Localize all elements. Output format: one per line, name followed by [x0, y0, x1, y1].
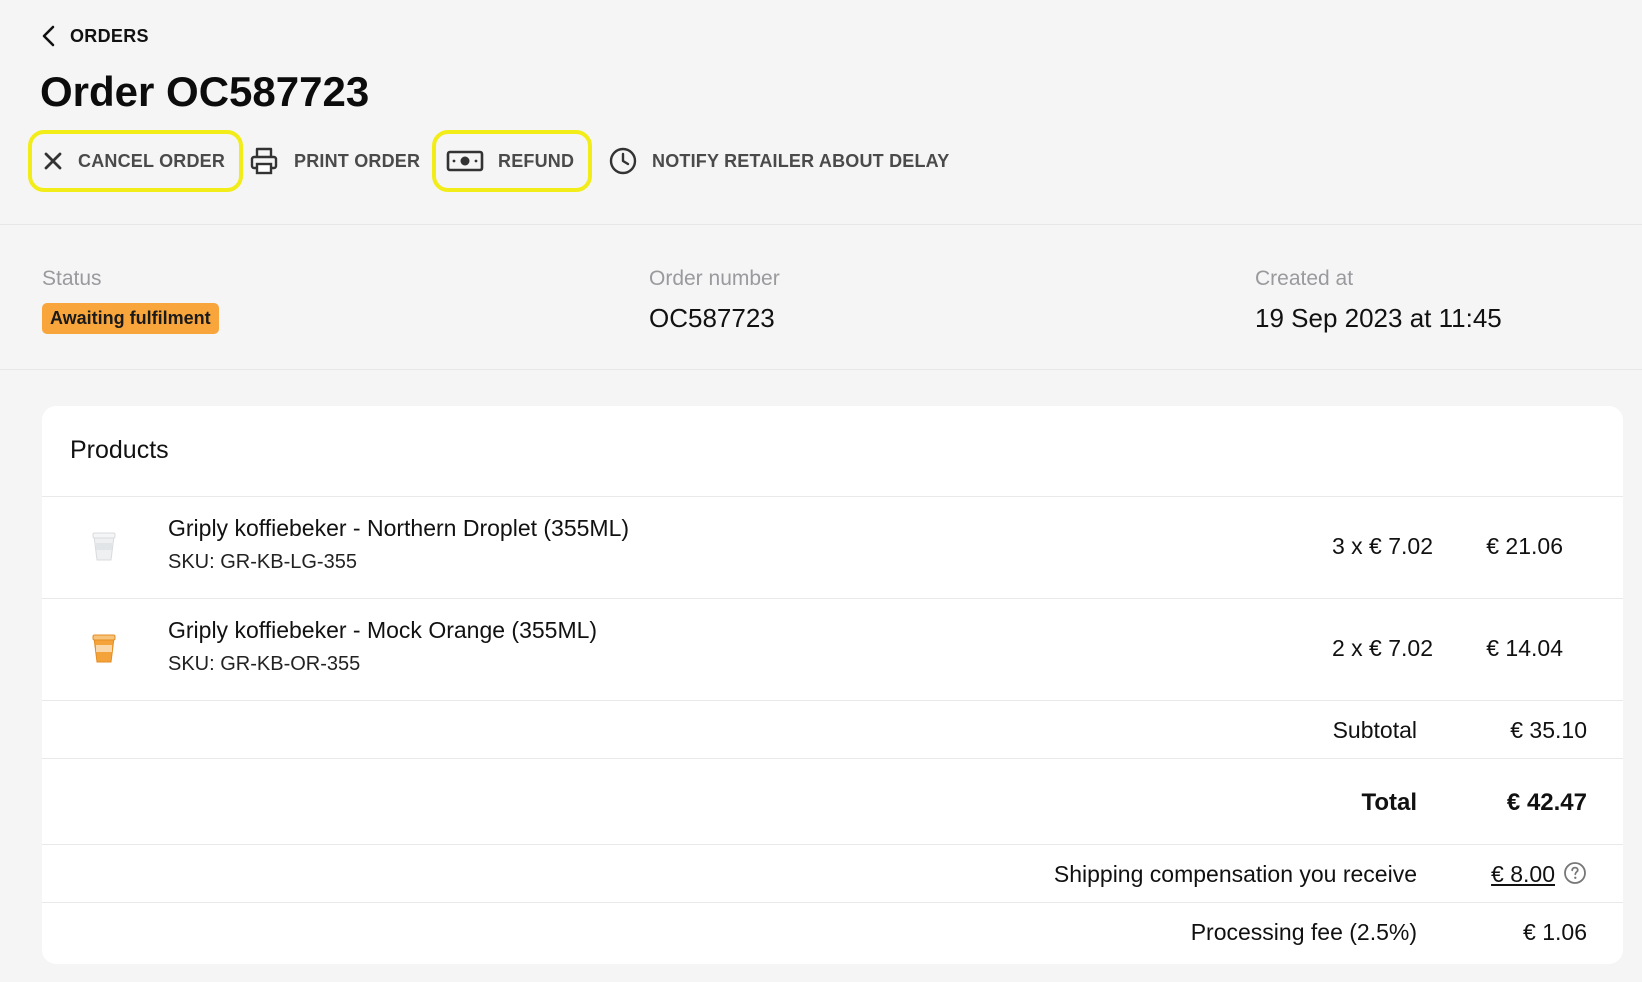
printer-icon — [250, 147, 278, 175]
back-to-orders-link[interactable]: ORDERS — [40, 24, 149, 48]
created-at-field: Created at 19 Sep 2023 at 11:45 — [1255, 267, 1502, 334]
product-row: Griply koffiebeker - Northern Droplet (3… — [42, 496, 1623, 598]
product-quantity-price: 3 x € 7.02 — [1331, 533, 1433, 559]
cup-image — [92, 532, 116, 561]
product-name: Griply koffiebeker - Mock Orange (355ML) — [168, 617, 598, 643]
processing-fee-row: Processing fee (2.5%) € 1.06 — [42, 902, 1623, 964]
order-number-label: Order number — [649, 267, 780, 290]
total-row: Total € 42.47 — [42, 758, 1623, 844]
products-card: Products Griply koffiebeker - Northern D… — [42, 406, 1623, 964]
notify-retailer-label: NOTIFY RETAILER ABOUT DELAY — [652, 150, 950, 171]
subtotal-value: € 35.10 — [1510, 717, 1587, 743]
order-number-value: OC587723 — [649, 303, 775, 333]
help-circle-icon[interactable] — [1563, 861, 1587, 885]
shipping-compensation-label: Shipping compensation you receive — [1053, 861, 1417, 887]
processing-fee-label: Processing fee (2.5%) — [1190, 919, 1417, 945]
close-icon — [44, 152, 62, 170]
status-field: Status Awaiting fulfilment — [42, 267, 219, 334]
created-at-value: 19 Sep 2023 at 11:45 — [1255, 303, 1502, 333]
total-value: € 42.47 — [1506, 789, 1587, 816]
cancel-order-button[interactable]: CANCEL ORDER — [28, 130, 244, 192]
product-thumbnail — [80, 617, 128, 681]
product-sku: SKU: GR-KB-OR-355 — [168, 653, 361, 675]
subtotal-row: Subtotal € 35.10 — [42, 700, 1623, 758]
product-line-total: € 14.04 — [1486, 635, 1563, 661]
product-name: Griply koffiebeker - Northern Droplet (3… — [168, 515, 630, 541]
refund-label: REFUND — [498, 150, 575, 171]
product-sku: SKU: GR-KB-LG-355 — [168, 551, 357, 573]
product-row: Griply koffiebeker - Mock Orange (355ML)… — [42, 598, 1623, 700]
order-number-field: Order number OC587723 — [649, 267, 780, 334]
status-badge: Awaiting fulfilment — [42, 303, 219, 334]
print-order-label: PRINT ORDER — [294, 150, 421, 171]
notify-retailer-button[interactable]: NOTIFY RETAILER ABOUT DELAY — [594, 130, 967, 192]
back-label: ORDERS — [70, 25, 149, 46]
product-quantity-price: 2 x € 7.02 — [1331, 635, 1433, 661]
refund-button[interactable]: REFUND — [432, 130, 593, 192]
product-line-total: € 21.06 — [1486, 533, 1563, 559]
created-at-label: Created at — [1255, 267, 1354, 290]
processing-fee-value: € 1.06 — [1523, 919, 1587, 945]
products-title: Products — [70, 436, 169, 464]
status-label: Status — [42, 267, 102, 290]
cup-image — [92, 634, 116, 663]
print-order-button[interactable]: PRINT ORDER — [234, 130, 438, 192]
clock-icon — [609, 147, 637, 175]
cancel-order-label: CANCEL ORDER — [78, 150, 226, 171]
total-label: Total — [1361, 789, 1417, 816]
shipping-compensation-link[interactable]: € 8.00 — [1491, 861, 1555, 888]
chevron-left-icon — [42, 25, 55, 47]
shipping-compensation-row: Shipping compensation you receive € 8.00 — [42, 844, 1623, 902]
product-thumbnail — [80, 515, 128, 579]
page-title: Order OC587723 — [40, 68, 370, 115]
order-info-band: Status Awaiting fulfilment Order number … — [0, 224, 1642, 370]
subtotal-label: Subtotal — [1332, 717, 1417, 743]
cash-icon — [446, 150, 484, 172]
